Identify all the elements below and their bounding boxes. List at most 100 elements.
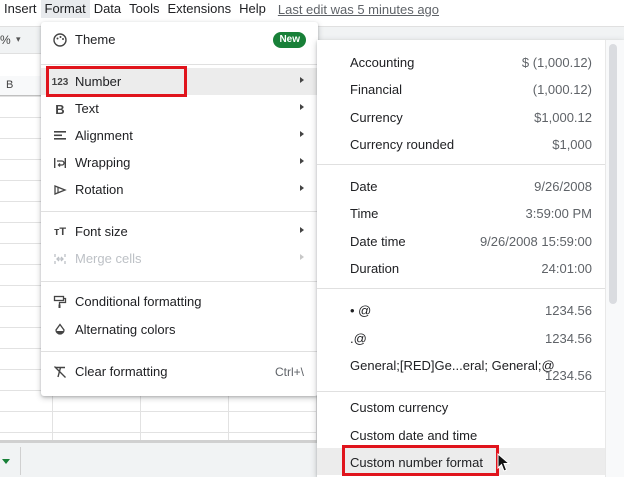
chevron-right-icon xyxy=(300,131,304,137)
number-submenu: Accounting $ (1,000.12) Financial (1,000… xyxy=(317,40,624,477)
submenu-item-label: Currency xyxy=(350,110,403,125)
submenu-item-label: Duration xyxy=(350,261,400,276)
merge-icon xyxy=(51,250,69,268)
menu-item-label: Theme xyxy=(75,32,116,47)
rotate-icon xyxy=(51,181,69,199)
palette-icon xyxy=(51,31,69,49)
zoom-select[interactable]: % xyxy=(0,33,11,47)
submenu-item-label: Custom date and time xyxy=(350,428,478,443)
menu-item-clear-formatting[interactable]: Clear formatting Ctrl+\ xyxy=(41,358,318,385)
format-example: 1234.56 xyxy=(545,303,592,318)
menu-tools[interactable]: Tools xyxy=(125,0,163,18)
divider xyxy=(41,211,318,212)
submenu-scrollbar-thumb[interactable] xyxy=(609,44,617,304)
menu-item-label: Alternating colors xyxy=(75,322,176,337)
menu-item-theme[interactable]: Theme New xyxy=(41,26,318,53)
submenu-item-label: Date xyxy=(350,179,378,194)
submenu-item-date-time[interactable]: Date time 9/26/2008 15:59:00 xyxy=(317,227,605,254)
font-size-icon: ᴛT xyxy=(53,226,67,238)
format-example: 9/26/2008 15:59:00 xyxy=(479,234,592,249)
menu-item-label: Conditional formatting xyxy=(75,294,202,309)
align-left-icon xyxy=(51,127,69,145)
menu-item-label: Clear formatting xyxy=(75,364,168,379)
chevron-right-icon xyxy=(300,227,304,233)
format-menu: Theme New 123 Number B Text Alignment Wr… xyxy=(41,22,318,396)
menu-help[interactable]: Help xyxy=(235,0,270,18)
submenu-item-label: Date time xyxy=(350,234,406,249)
menu-item-conditional-formatting[interactable]: Conditional formatting xyxy=(41,288,318,315)
submenu-item-label: Custom currency xyxy=(350,400,449,415)
menu-extensions[interactable]: Extensions xyxy=(164,0,236,18)
menu-item-label: Alignment xyxy=(75,128,133,143)
submenu-item-accounting[interactable]: Accounting $ (1,000.12) xyxy=(317,48,605,75)
paint-roller-icon xyxy=(51,293,69,311)
chevron-right-icon xyxy=(300,185,304,191)
bold-icon: B xyxy=(55,101,65,117)
format-example: 9/26/2008 xyxy=(534,179,592,194)
submenu-item-label: Currency rounded xyxy=(350,137,455,152)
submenu-item-custom-date-time[interactable]: Custom date and time xyxy=(317,421,605,448)
format-example: 3:59:00 PM xyxy=(525,206,593,221)
chevron-right-icon xyxy=(300,158,304,164)
submenu-item-custom-format-3[interactable]: General;[RED]Ge...eral; General;@ 1234.5… xyxy=(317,351,605,387)
menu-item-label: Font size xyxy=(75,224,128,239)
menu-item-label: Rotation xyxy=(75,182,124,197)
format-example: $1,000.12 xyxy=(534,110,592,125)
divider xyxy=(41,281,318,282)
submenu-item-custom-format-1[interactable]: • @ 1234.56 xyxy=(317,296,605,323)
menu-insert[interactable]: Insert xyxy=(0,0,41,18)
submenu-item-currency-rounded[interactable]: Currency rounded $1,000 xyxy=(317,130,605,157)
submenu-item-label: Custom number format xyxy=(350,455,483,470)
menu-bar: Insert Format Data Tools Extensions Help… xyxy=(0,0,624,18)
sheet-menu-caret-icon[interactable] xyxy=(2,459,10,464)
chevron-right-icon xyxy=(300,77,304,83)
menu-item-alignment[interactable]: Alignment xyxy=(41,122,318,149)
new-badge: New xyxy=(273,32,306,48)
mouse-pointer-icon xyxy=(497,452,511,477)
menu-item-label: Number xyxy=(75,74,122,89)
last-edit-link[interactable]: Last edit was 5 minutes ago xyxy=(278,2,439,17)
submenu-item-label: • @ xyxy=(350,303,372,318)
menu-item-label: Wrapping xyxy=(75,155,131,170)
submenu-item-time[interactable]: Time 3:59:00 PM xyxy=(317,199,605,226)
submenu-item-label: .@ xyxy=(350,331,367,346)
submenu-item-duration[interactable]: Duration 24:01:00 xyxy=(317,254,605,281)
divider xyxy=(41,64,318,65)
menu-format[interactable]: Format xyxy=(40,0,90,18)
123-icon: 123 xyxy=(51,76,69,88)
format-example: 1234.56 xyxy=(545,331,592,346)
submenu-item-date[interactable]: Date 9/26/2008 xyxy=(317,172,605,199)
submenu-item-currency[interactable]: Currency $1,000.12 xyxy=(317,103,605,130)
menu-item-rotation[interactable]: Rotation xyxy=(41,176,318,203)
submenu-item-label: Time xyxy=(350,206,379,221)
clear-format-icon xyxy=(51,363,69,381)
submenu-item-custom-number-format[interactable]: Custom number format xyxy=(317,448,605,475)
submenu-item-label: General;[RED]Ge...eral; General;@ xyxy=(350,358,555,373)
menu-item-text[interactable]: B Text xyxy=(41,95,318,122)
submenu-item-label: Financial xyxy=(350,82,403,97)
menu-item-label: Text xyxy=(75,101,99,116)
submenu-item-label: Accounting xyxy=(350,55,415,70)
format-example: (1,000.12) xyxy=(532,82,592,97)
submenu-item-financial[interactable]: Financial (1,000.12) xyxy=(317,75,605,102)
divider xyxy=(317,164,605,165)
divider xyxy=(20,447,21,475)
divider xyxy=(317,391,605,392)
chevron-right-icon xyxy=(300,254,304,260)
submenu-item-custom-currency[interactable]: Custom currency xyxy=(317,393,605,420)
submenu-item-custom-format-2[interactable]: .@ 1234.56 xyxy=(317,324,605,351)
color-drop-icon xyxy=(51,321,69,339)
menu-item-wrapping[interactable]: Wrapping xyxy=(41,149,318,176)
column-header-b[interactable]: B xyxy=(6,79,13,91)
menu-data[interactable]: Data xyxy=(90,0,125,18)
menu-item-font-size[interactable]: ᴛT Font size xyxy=(41,218,318,245)
menu-item-merge-cells: Merge cells xyxy=(41,245,318,272)
chevron-down-icon: ▾ xyxy=(16,34,21,44)
format-example: 1234.56 xyxy=(545,368,592,383)
menu-item-number[interactable]: 123 Number xyxy=(41,68,318,95)
format-example: 24:01:00 xyxy=(541,261,592,276)
format-example: $1,000 xyxy=(552,137,592,152)
divider xyxy=(317,288,605,289)
menu-item-alternating-colors[interactable]: Alternating colors xyxy=(41,316,318,343)
menu-item-label: Merge cells xyxy=(75,251,142,266)
